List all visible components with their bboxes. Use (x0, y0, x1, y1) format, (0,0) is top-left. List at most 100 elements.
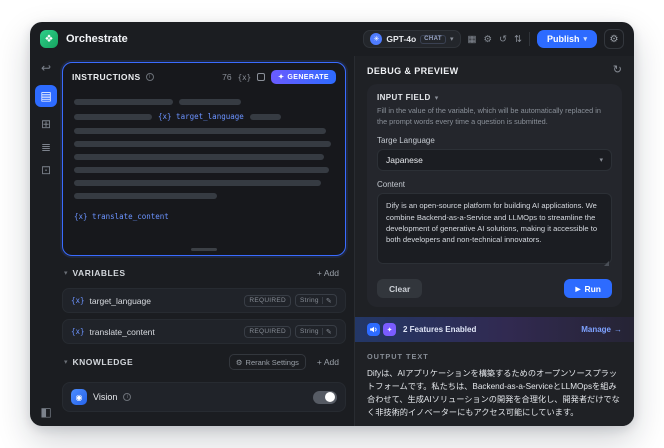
sidebar: ↩ ▤ ⊞ ≣ ⊡ ◧ (30, 56, 62, 426)
play-icon: ▶ (575, 285, 581, 293)
manage-label: Manage (581, 325, 611, 335)
debug-title: DEBUG & PREVIEW (367, 65, 459, 76)
chevron-down-icon: ▾ (450, 36, 454, 43)
skeleton-line (74, 167, 329, 173)
instructions-header: INSTRUCTIONS i 76 {x} ✦ GENERATE (63, 63, 345, 87)
required-badge: REQUIRED (244, 325, 292, 338)
history-icon[interactable]: ↺ (499, 34, 507, 45)
variable-row[interactable]: {x} translate_content REQUIRED String ✎ (62, 319, 346, 344)
skeleton-line (74, 99, 173, 105)
clear-button[interactable]: Clear (377, 279, 423, 299)
apps-grid-icon[interactable]: ▦ (468, 34, 477, 45)
model-mode-badge: CHAT (420, 34, 446, 44)
arrow-right-icon: → (614, 325, 622, 335)
type-badge[interactable]: String ✎ (295, 325, 337, 338)
caret-down-icon[interactable]: ▾ (64, 358, 68, 366)
add-label: Add (323, 268, 339, 278)
restart-icon[interactable]: ↻ (613, 65, 622, 76)
skeleton-line (74, 193, 217, 199)
skeleton-line (74, 141, 332, 147)
shortcuts-icon[interactable]: ⇅ (514, 34, 522, 45)
variable-token[interactable]: {x} target_language (158, 112, 244, 121)
required-badge: REQUIRED (244, 294, 292, 307)
features-enabled-text: 2 Features Enabled (403, 325, 477, 335)
variable-token[interactable]: {x} translate_content (74, 212, 169, 221)
add-knowledge-button[interactable]: + Add (312, 355, 344, 369)
publish-button[interactable]: Publish ▾ (536, 30, 597, 48)
variable-name: translate_content (89, 326, 155, 337)
settings-button[interactable]: ⚙ (604, 29, 624, 49)
model-selector[interactable]: ✳ GPT-4o CHAT ▾ (363, 30, 461, 48)
vision-label: Vision (93, 392, 118, 402)
variable-name: target_language (89, 295, 151, 306)
language-select[interactable]: Japanese ▾ (377, 149, 612, 172)
variable-icon: {x} (71, 327, 85, 336)
collapse-sidebar-icon[interactable]: ◧ (40, 406, 51, 418)
expand-editor-icon[interactable] (257, 73, 266, 81)
content-textarea-wrap: Dify is an open-source platform for buil… (377, 189, 612, 269)
model-settings-icon[interactable]: ⚙ (484, 34, 493, 45)
vision-toggle[interactable] (313, 390, 337, 404)
run-button[interactable]: ▶ Run (564, 279, 612, 299)
output-text: Difyは、AIアプリケーションを構築するためのオープンソースプラットフォームで… (367, 369, 620, 418)
edit-icon[interactable]: ✎ (326, 297, 332, 305)
edit-icon[interactable]: ✎ (326, 328, 332, 336)
debug-buttons-row: Clear ▶ Run (377, 279, 612, 299)
input-field-description: Fill in the value of the variable, which… (377, 106, 601, 126)
run-label: Run (584, 283, 601, 294)
type-label: String (300, 328, 319, 335)
manage-features-link[interactable]: Manage → (581, 325, 622, 334)
speaker-icon (370, 326, 377, 333)
type-label: String (300, 297, 319, 304)
logo-glyph: ❖ (44, 33, 54, 45)
input-field-title: INPUT FIELD (377, 93, 431, 102)
sidebar-item-logs[interactable]: ≣ (41, 141, 51, 153)
prompt-editor[interactable]: {x} target_language {x} translate_conten… (63, 87, 345, 255)
language-field-label: Targe Language (377, 136, 435, 146)
resize-handle[interactable] (191, 248, 217, 251)
output-section: OUTPUT TEXT Difyは、AIアプリケーションを構築するためのオープン… (367, 352, 622, 426)
instructions-title: INSTRUCTIONS (72, 72, 141, 82)
generate-label: GENERATE (287, 73, 329, 81)
output-title: OUTPUT TEXT (367, 352, 429, 362)
sparkle-icon: ✦ (278, 74, 285, 81)
opener-feature-icon: ✦ (383, 323, 396, 337)
chevron-down-icon: ▾ (434, 94, 439, 102)
text-to-speech-feature-icon (367, 323, 380, 337)
skeleton-line (178, 99, 242, 105)
publish-label: Publish (546, 34, 580, 44)
sidebar-item-orchestrate[interactable]: ▤ (35, 85, 57, 107)
skeleton-line (74, 154, 324, 160)
input-field-header[interactable]: INPUT FIELD ▾ (377, 93, 612, 102)
type-badge[interactable]: String ✎ (295, 294, 337, 307)
orchestrate-icon: ▤ (40, 89, 52, 103)
topbar-actions: ✳ GPT-4o CHAT ▾ ▦ ⚙ ↺ ⇅ Publish ▾ ⚙ (363, 29, 624, 49)
features-banner: ✦ 2 Features Enabled Manage → (355, 317, 634, 343)
orchestrate-panel: INSTRUCTIONS i 76 {x} ✦ GENERATE {x} tar… (62, 56, 354, 426)
chevron-down-icon: ▾ (599, 157, 603, 165)
app-window: ❖ Orchestrate ✳ GPT-4o CHAT ▾ ▦ ⚙ ↺ ⇅ Pu… (30, 22, 634, 426)
generate-button[interactable]: ✦ GENERATE (271, 70, 336, 84)
badge-divider (321, 297, 323, 304)
eye-icon: ◉ (75, 392, 83, 402)
add-variable-button[interactable]: + Add (312, 266, 344, 280)
sidebar-item-api-access[interactable]: ⊞ (41, 118, 51, 130)
language-value: Japanese (386, 155, 423, 166)
instructions-card[interactable]: INSTRUCTIONS i 76 {x} ✦ GENERATE {x} tar… (62, 62, 346, 256)
knowledge-title: KNOWLEDGE (72, 357, 134, 367)
sidebar-item-annotation[interactable]: ⊡ (41, 164, 51, 176)
debug-header: DEBUG & PREVIEW ↻ (367, 65, 622, 76)
content-textarea[interactable]: Dify is an open-source platform for buil… (377, 193, 612, 265)
back-icon[interactable]: ↩ (41, 62, 51, 74)
model-name: GPT-4o (386, 34, 417, 44)
variable-row[interactable]: {x} target_language REQUIRED String ✎ (62, 288, 346, 313)
info-icon: i (123, 393, 132, 401)
rerank-settings-button[interactable]: ⚙ Rerank Settings (228, 354, 306, 370)
insert-variable-icon[interactable]: {x} (238, 73, 252, 82)
gear-icon: ⚙ (235, 357, 243, 367)
page-title: Orchestrate (66, 33, 128, 45)
vision-feature-row: ◉ Vision i (62, 382, 346, 412)
chevron-down-icon: ▾ (583, 36, 587, 43)
caret-down-icon[interactable]: ▾ (64, 269, 68, 277)
plus-icon: + (316, 357, 322, 367)
